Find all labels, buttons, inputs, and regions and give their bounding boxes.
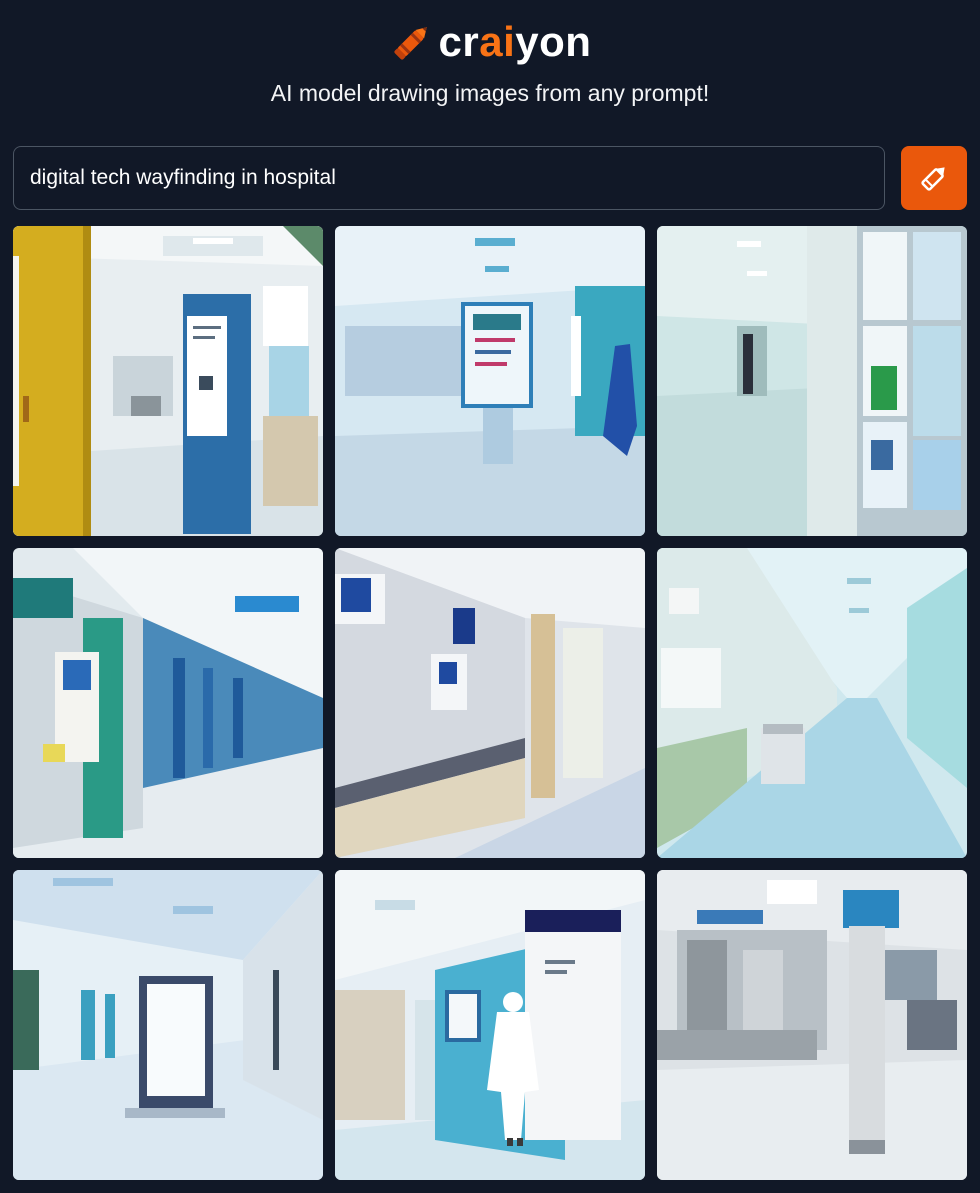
draw-button[interactable]	[901, 146, 967, 210]
prompt-text: digital tech wayfinding in hospital	[30, 166, 336, 189]
hospital-image-9	[657, 870, 967, 1180]
pencil-icon	[921, 167, 945, 191]
result-image-6[interactable]	[657, 548, 967, 858]
hospital-image-2	[335, 226, 645, 536]
hospital-image-6	[657, 548, 967, 858]
hospital-image-7	[13, 870, 323, 1180]
results-grid	[13, 226, 967, 1180]
prompt-input[interactable]: digital tech wayfinding in hospital	[13, 146, 885, 210]
tagline: AI model drawing images from any prompt!	[270, 80, 710, 106]
logo-prefix: cr	[438, 18, 480, 65]
hospital-image-4	[13, 548, 323, 858]
logo-text: craiyon	[439, 18, 592, 66]
logo-suffix: yon	[515, 18, 592, 65]
hospital-image-1	[13, 226, 323, 536]
result-image-7[interactable]	[13, 870, 323, 1180]
result-image-4[interactable]	[13, 548, 323, 858]
result-image-2[interactable]	[335, 226, 645, 536]
hospital-image-8	[335, 870, 645, 1180]
hospital-image-3	[657, 226, 967, 536]
result-image-9[interactable]	[657, 870, 967, 1180]
logo-accent: ai	[479, 18, 516, 65]
result-image-3[interactable]	[657, 226, 967, 536]
result-image-8[interactable]	[335, 870, 645, 1180]
crayon-logo-icon	[393, 27, 427, 60]
result-image-1[interactable]	[13, 226, 323, 536]
result-image-5[interactable]	[335, 548, 645, 858]
header: craiyon AI model drawing images from any…	[0, 0, 980, 130]
hospital-image-5	[335, 548, 645, 858]
logo[interactable]: craiyon	[0, 14, 980, 70]
